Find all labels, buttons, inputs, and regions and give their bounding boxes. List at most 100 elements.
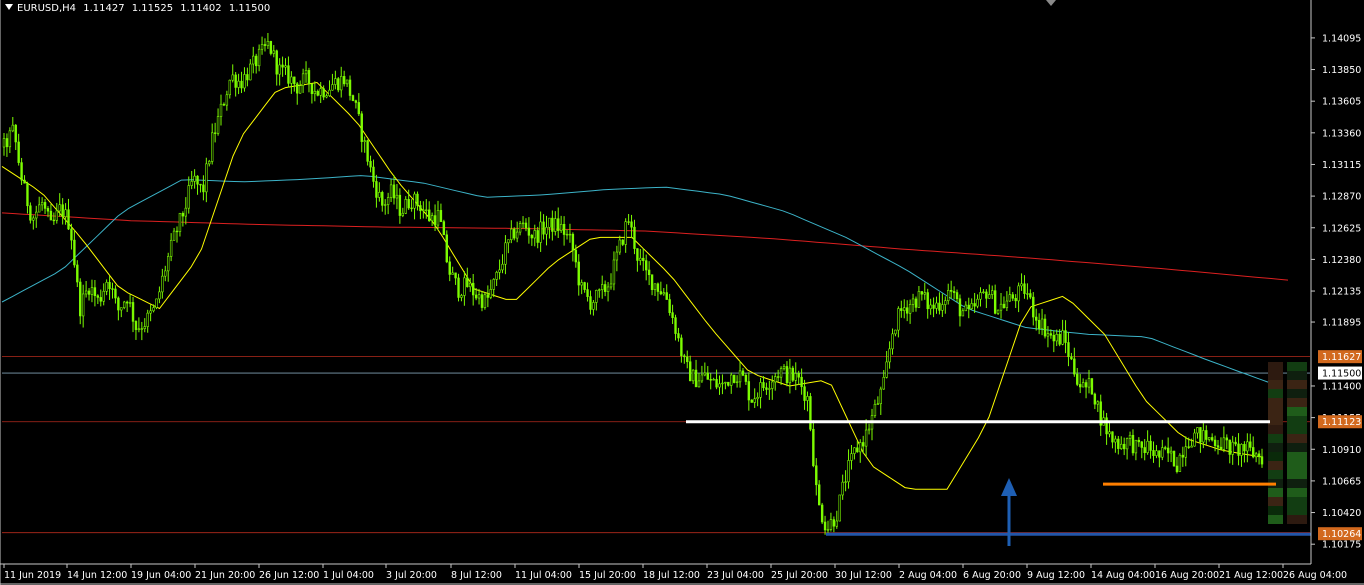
candle-body bbox=[771, 381, 774, 389]
candle-body bbox=[1134, 439, 1138, 454]
candle-body bbox=[1073, 358, 1076, 375]
candle-body bbox=[466, 277, 469, 288]
candle-body bbox=[67, 209, 70, 230]
candle-body bbox=[301, 73, 305, 86]
candle-body bbox=[1125, 438, 1129, 450]
candle-body bbox=[1184, 446, 1187, 458]
candle-body bbox=[307, 70, 311, 85]
candle-body bbox=[249, 63, 252, 81]
candle-body bbox=[853, 447, 856, 454]
x-tick-label: 14 Jun 12:00 bbox=[67, 570, 127, 581]
candle-body bbox=[1076, 373, 1079, 385]
candle-body bbox=[1035, 316, 1038, 321]
candle-body bbox=[234, 74, 237, 88]
candle-body bbox=[225, 94, 229, 106]
candle-body bbox=[11, 124, 14, 132]
candle-body bbox=[527, 227, 531, 236]
candle-body bbox=[750, 399, 753, 403]
candle-body bbox=[794, 373, 797, 381]
level-price-tag: 1.11627 bbox=[1318, 350, 1362, 364]
y-tick-label: 1.10420 bbox=[1322, 508, 1361, 519]
candle-body bbox=[712, 379, 715, 381]
candle-body bbox=[574, 249, 578, 263]
candle-body bbox=[782, 366, 786, 369]
candle-body bbox=[820, 504, 824, 523]
candle-body bbox=[228, 79, 231, 96]
candle-body bbox=[501, 263, 504, 271]
candle-body bbox=[79, 281, 82, 317]
candle-body bbox=[958, 298, 962, 317]
candle-body bbox=[809, 396, 812, 430]
candle-body bbox=[266, 41, 270, 46]
candle-body bbox=[1196, 427, 1199, 434]
x-tick-label: 3 Jul 20:00 bbox=[386, 570, 437, 581]
collapse-triangle-icon[interactable] bbox=[5, 4, 13, 10]
ohlc-close: 1.11500 bbox=[228, 3, 271, 14]
candle-body bbox=[680, 337, 683, 357]
candle-body bbox=[1061, 330, 1064, 345]
depth-cell bbox=[1287, 515, 1307, 524]
chart-canvas[interactable]: 1.14095 1.13850 1.13605 1.13360 1.13115 1.128… bbox=[0, 0, 1364, 585]
candle-body bbox=[1222, 437, 1226, 450]
price-tag-label: 1.11627 bbox=[1322, 352, 1361, 363]
candle-body bbox=[765, 387, 768, 390]
candle-body bbox=[102, 290, 105, 302]
candle-body bbox=[37, 204, 41, 213]
candle-body bbox=[1081, 382, 1085, 388]
candle-body bbox=[1178, 454, 1182, 472]
candle-body bbox=[32, 217, 35, 221]
candle-body bbox=[199, 183, 202, 186]
depth-cell bbox=[1287, 488, 1307, 497]
candle-body bbox=[480, 294, 484, 308]
candle-body bbox=[492, 279, 495, 290]
candle-body bbox=[448, 261, 451, 275]
candle-body bbox=[84, 290, 88, 295]
candle-body bbox=[55, 210, 58, 221]
depth-cell bbox=[1287, 479, 1307, 488]
candle-body bbox=[548, 217, 551, 228]
candle-body bbox=[861, 442, 865, 447]
candle-body bbox=[439, 210, 443, 222]
candle-body bbox=[932, 304, 935, 309]
x-tick-label: 11 Jul 04:00 bbox=[515, 570, 572, 581]
candle-body bbox=[304, 70, 308, 75]
candle-body bbox=[774, 376, 777, 383]
chart-shift-marker-icon[interactable] bbox=[1046, 0, 1056, 6]
candle-body bbox=[571, 233, 575, 251]
candle-body bbox=[988, 294, 991, 299]
candle-body bbox=[568, 233, 572, 236]
candle-body bbox=[993, 290, 997, 314]
candle-body bbox=[1205, 430, 1208, 440]
candle-body bbox=[469, 282, 472, 288]
x-tick-label: 21 Aug 12:00 bbox=[1219, 570, 1283, 581]
candle-body bbox=[662, 292, 665, 295]
depth-cell bbox=[1268, 488, 1283, 497]
candle-body bbox=[1026, 293, 1029, 295]
candle-body bbox=[779, 368, 783, 378]
candle-body bbox=[559, 223, 563, 231]
candle-body bbox=[703, 372, 707, 376]
candle-body bbox=[688, 361, 692, 382]
depth-cell bbox=[1287, 434, 1307, 443]
depth-cell bbox=[1268, 515, 1283, 524]
candle-body bbox=[425, 209, 428, 211]
candle-body bbox=[398, 194, 402, 216]
candle-body bbox=[583, 282, 586, 290]
depth-cell bbox=[1287, 443, 1307, 452]
candle-body bbox=[231, 74, 234, 81]
candle-body bbox=[404, 199, 407, 214]
candle-body bbox=[551, 217, 554, 232]
candle-body bbox=[955, 292, 959, 300]
candle-body bbox=[697, 380, 701, 388]
candle-body bbox=[1202, 430, 1205, 443]
candle-body bbox=[205, 163, 208, 193]
candle-body bbox=[290, 76, 293, 84]
candle-body bbox=[1249, 441, 1252, 448]
depth-cell bbox=[1287, 380, 1307, 389]
candle-body bbox=[278, 64, 281, 75]
candle-body bbox=[445, 234, 448, 263]
candle-body bbox=[269, 41, 273, 54]
candle-body bbox=[99, 297, 102, 302]
candle-body bbox=[715, 379, 718, 388]
candle-body bbox=[565, 233, 569, 236]
